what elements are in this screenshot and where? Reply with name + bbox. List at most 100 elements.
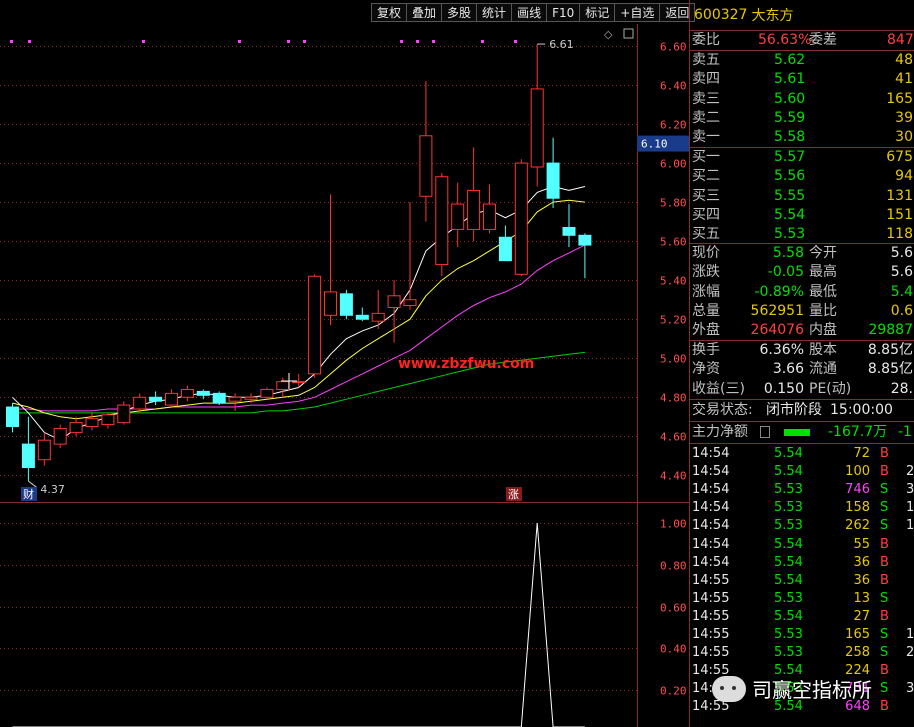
fundamental-label: 净资 xyxy=(692,361,720,378)
buy-level-price: 5.57 xyxy=(774,149,806,165)
candle[interactable] xyxy=(498,225,512,262)
candle[interactable] xyxy=(85,412,99,431)
buy-level-row: 买二 5.56 94 xyxy=(690,167,914,186)
tick-row[interactable]: 14:55 5.54 36 B xyxy=(690,572,914,590)
candle[interactable] xyxy=(530,44,544,187)
candle[interactable] xyxy=(514,159,528,277)
limit-up-marker[interactable]: 涨 xyxy=(506,487,522,501)
kline-chart[interactable]: 6.60 6.40 6.20 6.00 5.80 5.60 5.40 5.20 5.00 4.80… xyxy=(0,0,689,727)
toolbar-button-4[interactable]: 画线 xyxy=(511,3,548,22)
candle[interactable] xyxy=(196,389,210,400)
sell-level-price: 5.62 xyxy=(774,52,806,68)
candle[interactable] xyxy=(180,385,194,402)
tick-volume: 36 xyxy=(853,572,870,588)
toolbar-button-1[interactable]: 叠加 xyxy=(406,3,443,22)
tick-row[interactable]: 14:55 5.53 13 S xyxy=(690,590,914,608)
candle[interactable] xyxy=(387,280,401,343)
toolbar-button-7[interactable]: +自选 xyxy=(614,3,661,22)
ma-white-line xyxy=(12,185,586,441)
stat-value: 0.6 xyxy=(890,302,913,319)
candle[interactable] xyxy=(403,202,417,310)
sell-level-price: 5.60 xyxy=(774,90,806,107)
price-axis-label: 4.80 xyxy=(660,392,687,405)
list-icon[interactable] xyxy=(760,426,770,438)
candle[interactable] xyxy=(578,233,592,279)
sell-level-label: 卖四 xyxy=(692,71,720,88)
tick-row[interactable]: 14:54 5.53 746 S 3 xyxy=(690,481,914,499)
tick-row[interactable]: 14:55 5.53 165 S 1 xyxy=(690,626,914,644)
tick-side: S xyxy=(880,590,889,606)
candle[interactable] xyxy=(419,81,433,222)
candle[interactable] xyxy=(546,137,560,208)
tick-row[interactable]: 14:54 5.54 100 B 2 xyxy=(690,463,914,481)
tick-row[interactable]: 14:55 5.53 258 S 2 xyxy=(690,644,914,662)
sell-level-row: 卖二 5.59 39 xyxy=(690,109,914,128)
tick-side: B xyxy=(880,446,889,461)
finance-marker[interactable]: 财 xyxy=(21,487,37,501)
sub-indicator-line xyxy=(12,522,585,727)
tick-extra: 1 xyxy=(906,500,914,516)
buy-level-volume: 675 xyxy=(886,149,913,165)
tick-row[interactable]: 14:54 5.53 158 S 1 xyxy=(690,499,914,517)
sub-axis-label: 1.00 xyxy=(660,518,687,531)
stat-row: 涨幅 -0.89% 最低 5.4 xyxy=(690,283,914,302)
tick-price: 5.53 xyxy=(774,627,803,642)
candle[interactable] xyxy=(451,182,465,248)
candle[interactable] xyxy=(37,432,51,466)
tick-volume: 13 xyxy=(853,590,870,606)
tick-row[interactable]: 14:55 5.54 27 B xyxy=(690,608,914,626)
stock-code: 600327 xyxy=(694,7,748,23)
candle[interactable] xyxy=(117,401,131,425)
tick-time: 14:55 xyxy=(692,608,730,624)
toolbar-button-3[interactable]: 统计 xyxy=(476,3,513,22)
toolbar-button-0[interactable]: 复权 xyxy=(371,3,408,22)
stat-label: 今开 xyxy=(809,245,837,261)
candle[interactable] xyxy=(21,416,35,482)
diamond-icon[interactable]: ◇ xyxy=(604,28,613,41)
tick-volume: 158 xyxy=(845,500,870,516)
trade-status-row: 交易状态: 闭市阶段 15:00:00 xyxy=(690,401,914,420)
price-axis-label: 6.40 xyxy=(660,80,687,93)
tick-side: B xyxy=(880,554,889,570)
tick-volume: 746 xyxy=(845,482,870,498)
candle[interactable] xyxy=(562,204,576,248)
candle[interactable] xyxy=(467,147,481,242)
tick-price: 5.54 xyxy=(774,464,803,480)
stat-value: 562951 xyxy=(750,302,804,319)
candle[interactable] xyxy=(101,412,115,429)
svg-text:涨: 涨 xyxy=(508,488,519,501)
candle[interactable] xyxy=(339,289,353,320)
candle[interactable] xyxy=(324,194,337,326)
candle[interactable] xyxy=(6,403,19,433)
candle[interactable] xyxy=(308,274,322,378)
candle[interactable] xyxy=(69,416,83,437)
sell-level-volume: 48 xyxy=(895,52,913,68)
candle[interactable] xyxy=(355,307,369,322)
signal-dot xyxy=(416,40,419,43)
candle[interactable] xyxy=(483,184,496,234)
candle[interactable] xyxy=(149,391,163,406)
toolbar-button-6[interactable]: 标记 xyxy=(579,3,616,22)
candle[interactable] xyxy=(53,424,67,449)
restore-icon[interactable] xyxy=(623,28,634,39)
buy-level-volume: 151 xyxy=(886,206,913,223)
sell-level-volume: 39 xyxy=(895,109,913,126)
stat-label: 外盘 xyxy=(692,322,720,339)
main-net-extra: -1 xyxy=(898,424,912,440)
candle[interactable] xyxy=(165,389,178,408)
price-axis-label: 6.20 xyxy=(660,119,687,132)
tick-row[interactable]: 14:54 5.54 72 B xyxy=(690,445,914,463)
stat-label: 涨幅 xyxy=(692,283,720,300)
tick-row[interactable]: 14:54 5.53 262 S 1 xyxy=(690,517,914,535)
tick-row[interactable]: 14:54 5.54 55 B xyxy=(690,536,914,554)
toolbar-button-5[interactable]: F10 xyxy=(546,3,581,22)
tick-row[interactable]: 14:54 5.54 36 B xyxy=(690,554,914,572)
sell-level-row: 卖一 5.58 30 xyxy=(690,128,914,147)
candle[interactable] xyxy=(435,172,449,277)
toolbar-button-2[interactable]: 多股 xyxy=(441,3,478,22)
candle[interactable] xyxy=(260,387,274,400)
tick-time: 14:54 xyxy=(692,482,730,498)
candle[interactable] xyxy=(371,289,385,329)
candle[interactable] xyxy=(212,391,226,406)
weicha-value: 847 xyxy=(887,32,914,48)
